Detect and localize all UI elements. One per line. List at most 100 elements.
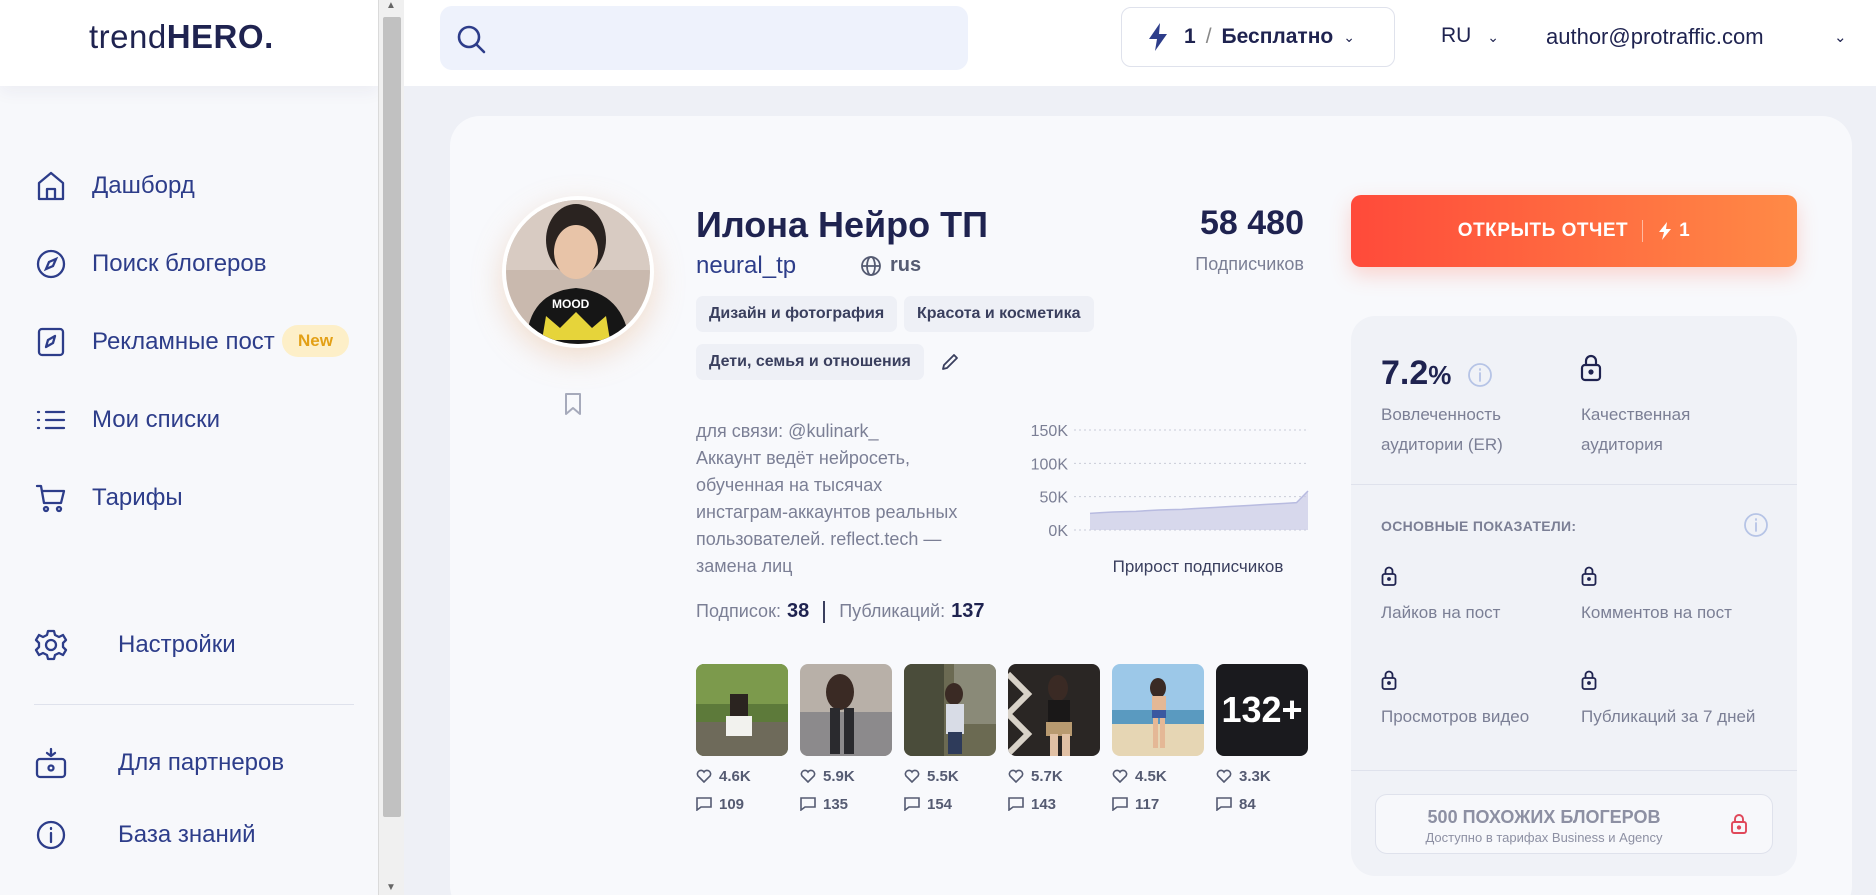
open-report-button[interactable]: ОТКРЫТЬ ОТЧЕТ 1 [1351, 195, 1797, 267]
category-tag[interactable]: Дети, семья и отношения [696, 344, 924, 380]
heart-icon [1112, 769, 1128, 783]
profile-language: rus [860, 254, 921, 277]
gear-icon [34, 629, 68, 661]
lock-icon[interactable] [1381, 670, 1397, 690]
post-item: 4.6K 109 [696, 664, 788, 813]
sidebar-item-ad-posts[interactable]: Рекламные пост New [34, 322, 349, 362]
scroll-thumb[interactable] [383, 17, 401, 817]
lock-icon[interactable] [1581, 670, 1597, 690]
post-comments: 117 [1112, 796, 1204, 813]
similar-bloggers-button[interactable]: 500 ПОХОЖИХ БЛОГЕРОВ Доступно в тарифах … [1375, 794, 1773, 854]
post-item: 5.5K 154 [904, 664, 996, 813]
logo[interactable]: trendHERO. [89, 18, 274, 56]
topbar: 1 / Бесплатно ⌄ RU ⌄ author@protraffic.c… [404, 0, 1876, 86]
bookmark-icon[interactable] [563, 392, 583, 421]
ad-post-icon [37, 327, 65, 357]
post-thumbnail[interactable] [1112, 664, 1204, 756]
search-input[interactable] [500, 6, 960, 70]
sidebar-item-tariffs[interactable]: Тарифы [34, 478, 183, 518]
similar-bloggers-subtitle: Доступно в тарифах Business и Agency [1425, 830, 1663, 845]
chart-y-tick-label: 150K [1031, 423, 1069, 440]
post-comments: 84 [1216, 796, 1308, 813]
following-count: 38 [786, 600, 810, 622]
sidebar-scrollbar[interactable]: ▲ ▼ [378, 0, 404, 895]
report-cost: 1 [1657, 220, 1690, 242]
user-email[interactable]: author@protraffic.com [1546, 24, 1764, 50]
post-thumbnail[interactable] [800, 664, 892, 756]
profile-handle[interactable]: neural_tp [696, 252, 796, 280]
edit-tags-pencil-icon[interactable] [940, 352, 960, 377]
sidebar-item-partners[interactable]: Для партнеров [34, 743, 284, 783]
post-likes: 3.3K [1216, 768, 1308, 785]
sidebar-item-blogger-search[interactable]: Поиск блогеров [34, 244, 266, 284]
analytics-panel: 7.2% Вовлеченность аудитории (ER) Качест… [1351, 316, 1797, 876]
sidebar-item-knowledge-base[interactable]: База знаний [34, 815, 256, 855]
heart-icon [800, 769, 816, 783]
plan-dropdown[interactable]: 1 / Бесплатно ⌄ [1121, 7, 1395, 67]
post-comments: 143 [1008, 796, 1100, 813]
sidebar-item-label: Поиск блогеров [92, 250, 267, 277]
info-icon[interactable] [1467, 362, 1493, 388]
metric-comments-per-post: Комментов на пост [1581, 603, 1732, 622]
heart-icon [1008, 769, 1024, 783]
panel-divider [1351, 484, 1797, 485]
post-thumbnail[interactable] [696, 664, 788, 756]
profile-language-label: rus [890, 254, 922, 276]
info-icon[interactable] [1743, 512, 1769, 538]
post-item: 132+ 3.3K 84 [1216, 664, 1308, 813]
metric-likes-per-post: Лайков на пост [1381, 603, 1501, 622]
post-likes: 5.7K [1008, 768, 1100, 785]
lock-icon[interactable] [1580, 354, 1602, 382]
lock-icon[interactable] [1381, 566, 1397, 586]
post-likes: 4.6K [696, 768, 788, 785]
search-icon [457, 25, 486, 54]
sidebar-item-dashboard[interactable]: Дашборд [34, 166, 195, 206]
following-label: Подписок: [696, 601, 781, 621]
avatar[interactable]: MOOD [506, 200, 650, 344]
chevron-down-icon: ⌄ [1487, 29, 1499, 45]
post-item: 5.9K 135 [800, 664, 892, 813]
sidebar-item-settings[interactable]: Настройки [34, 625, 236, 665]
post-likes: 4.5K [1112, 768, 1204, 785]
profile-bio: для связи: @kulinark_ Аккаунт ведёт нейр… [696, 421, 958, 576]
posts-label: Публикаций: [839, 601, 946, 621]
search-box[interactable] [440, 6, 968, 70]
home-icon [37, 171, 65, 201]
scroll-up-arrow-icon[interactable]: ▲ [386, 0, 396, 11]
category-tag[interactable]: Красота и косметика [904, 296, 1094, 332]
panel-divider [1351, 770, 1797, 771]
comment-icon [904, 797, 920, 811]
plan-name: Бесплатно [1221, 25, 1334, 48]
post-thumbnail[interactable] [1008, 664, 1100, 756]
chevron-down-icon[interactable]: ⌄ [1834, 28, 1847, 46]
list-icon [36, 410, 66, 430]
post-likes: 5.5K [904, 768, 996, 785]
new-badge: New [282, 325, 349, 357]
profile-name: Илона Нейро ТП [696, 204, 989, 245]
stats-separator [823, 600, 826, 623]
report-cost-value: 1 [1679, 220, 1691, 241]
globe-icon [861, 255, 881, 276]
lightning-icon [1659, 222, 1672, 240]
sidebar-item-label: Дашборд [92, 172, 195, 199]
chart-title: Прирост подписчиков [1113, 557, 1284, 576]
more-posts-thumbnail[interactable]: 132+ [1216, 664, 1308, 756]
post-thumbnail[interactable] [904, 664, 996, 756]
similar-bloggers-title: 500 ПОХОЖИХ БЛОГЕРОВ [1427, 807, 1661, 827]
lock-icon[interactable] [1581, 566, 1597, 586]
category-tag[interactable]: Дизайн и фотография [696, 296, 898, 332]
post-comments: 154 [904, 796, 996, 813]
sidebar-item-label: Тарифы [92, 484, 183, 511]
language-dropdown[interactable]: RU ⌄ [1441, 24, 1499, 48]
engagement-rate-value: 7.2% [1381, 354, 1493, 393]
sidebar-item-label: Настройки [118, 631, 236, 658]
sidebar-item-my-lists[interactable]: Мои списки [34, 400, 220, 440]
more-posts-count: 132+ [1221, 689, 1303, 730]
post-item: 4.5K 117 [1112, 664, 1204, 813]
comment-icon [1216, 797, 1232, 811]
scroll-down-arrow-icon[interactable]: ▼ [386, 882, 396, 893]
sidebar-item-label: Рекламные пост [92, 328, 275, 355]
post-likes: 5.9K [800, 768, 892, 785]
quality-audience-label: Качественная аудитория [1581, 405, 1691, 454]
credits-count: 1 [1184, 25, 1196, 48]
